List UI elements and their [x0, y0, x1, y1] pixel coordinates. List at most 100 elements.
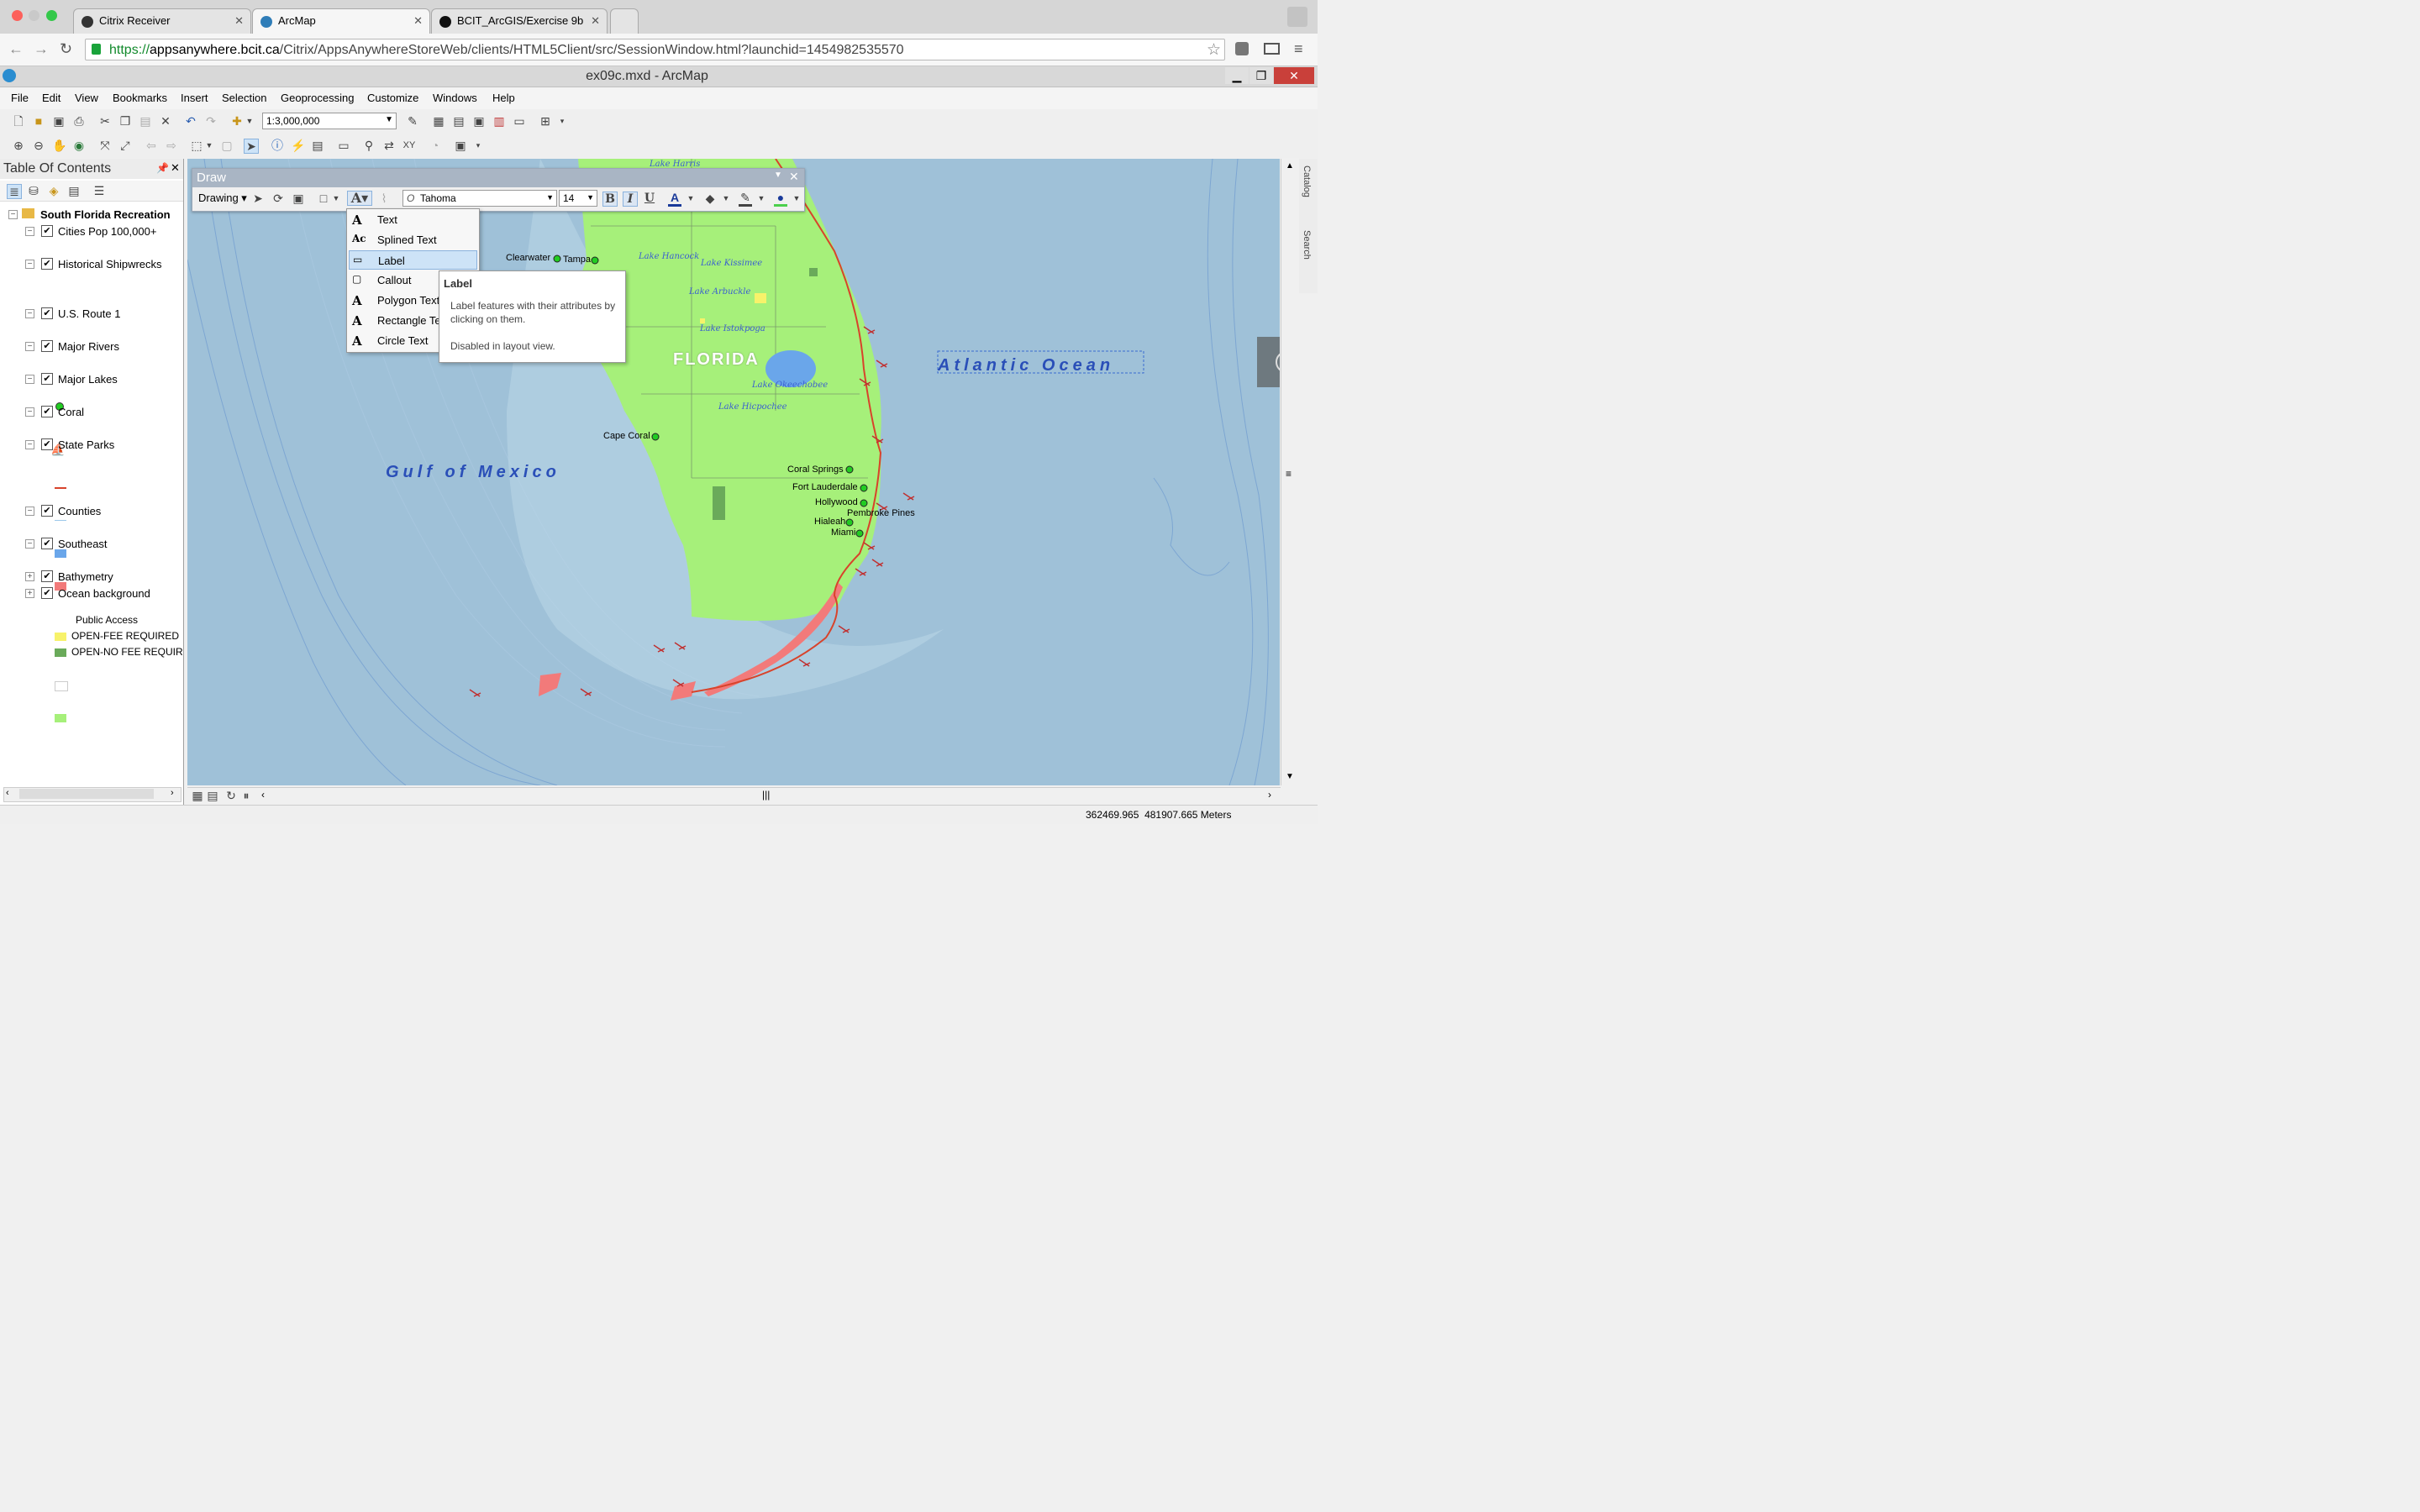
chevron-down-icon[interactable]: ▼: [332, 192, 340, 205]
menu-item-splined-text[interactable]: Ac Splined Text: [349, 230, 477, 249]
extension-icon[interactable]: [1235, 42, 1249, 55]
toc-horizontal-scrollbar[interactable]: ‹ ›: [3, 787, 182, 802]
list-by-source-icon[interactable]: ⛁: [27, 184, 40, 197]
clear-selection-icon[interactable]: ▢: [220, 139, 234, 152]
close-icon[interactable]: ✕: [171, 161, 180, 175]
visibility-checkbox[interactable]: ✔: [41, 340, 53, 352]
pause-drawing-icon[interactable]: ⏸: [239, 789, 253, 802]
options-icon[interactable]: ☰: [92, 184, 106, 197]
menu-customize[interactable]: Customize: [367, 92, 418, 104]
data-view-icon[interactable]: ▦: [191, 789, 204, 802]
close-icon[interactable]: ✕: [789, 170, 799, 184]
citrix-toolbar-handle[interactable]: [1257, 337, 1280, 387]
fixed-zoom-out-icon[interactable]: ⤢: [118, 139, 132, 152]
menu-file[interactable]: File: [11, 92, 29, 104]
marker-color-icon[interactable]: ●: [774, 191, 787, 207]
editor-toolbar-icon[interactable]: ✎: [406, 114, 419, 128]
collapse-icon[interactable]: −: [25, 539, 34, 549]
toolbar-options-icon[interactable]: ▾: [558, 114, 566, 128]
back-icon[interactable]: ←: [8, 40, 24, 58]
list-by-visibility-icon[interactable]: ◈: [47, 184, 60, 197]
visibility-checkbox[interactable]: ✔: [41, 307, 53, 319]
toc-layer-bathymetry[interactable]: + ✔ Bathymetry: [0, 568, 183, 585]
menu-selection[interactable]: Selection: [222, 92, 266, 104]
pin-icon[interactable]: 📌: [156, 162, 169, 174]
tab-citrix-receiver[interactable]: Citrix Receiver ✕: [73, 8, 251, 34]
rectangle-icon[interactable]: □: [317, 192, 330, 205]
time-slider-icon[interactable]: ◔: [429, 139, 442, 152]
arctoolbox-icon[interactable]: ▥: [492, 114, 506, 128]
underline-button[interactable]: U: [643, 192, 656, 205]
visibility-checkbox[interactable]: ✔: [41, 373, 53, 385]
collapse-icon[interactable]: −: [25, 342, 34, 351]
find-route-icon[interactable]: ⇄: [382, 139, 396, 152]
italic-button[interactable]: I: [623, 192, 638, 207]
menu-insert[interactable]: Insert: [181, 92, 208, 104]
chevron-down-icon[interactable]: ▼: [757, 192, 765, 205]
print-icon[interactable]: ⎙: [72, 114, 86, 128]
measure-icon[interactable]: ▭: [337, 139, 350, 152]
map-horizontal-scrollbar[interactable]: ‹ ||| ›: [258, 787, 1281, 803]
select-features-icon[interactable]: ⬚: [190, 139, 203, 152]
back-extent-icon[interactable]: ⇦: [145, 139, 158, 152]
visibility-checkbox[interactable]: ✔: [41, 406, 53, 417]
list-by-selection-icon[interactable]: ▤: [67, 184, 81, 197]
find-icon[interactable]: ⚲: [362, 139, 376, 152]
copy-icon[interactable]: ❐: [118, 114, 132, 128]
cut-icon[interactable]: ✂: [98, 114, 112, 128]
collapse-icon[interactable]: −: [25, 227, 34, 236]
menu-help[interactable]: Help: [492, 92, 515, 104]
tab-arcmap[interactable]: ArcMap ✕: [252, 8, 430, 34]
zoom-in-icon[interactable]: ⊕: [12, 139, 25, 152]
scroll-down-icon[interactable]: ▼: [1286, 772, 1294, 781]
profile-icon[interactable]: [1287, 7, 1307, 27]
toc-layer-route1[interactable]: − ✔ U.S. Route 1: [0, 305, 183, 322]
toc-window-icon[interactable]: ▦: [432, 114, 445, 128]
visibility-checkbox[interactable]: ✔: [41, 505, 53, 517]
visibility-checkbox[interactable]: ✔: [41, 570, 53, 582]
refresh-icon[interactable]: ↻: [224, 789, 238, 802]
zoom-to-elements-icon[interactable]: ▣: [292, 192, 305, 205]
font-color-icon[interactable]: A: [668, 191, 681, 207]
fixed-zoom-in-icon[interactable]: ⤧: [98, 139, 112, 152]
scroll-thumb[interactable]: [19, 789, 154, 799]
model-builder-icon[interactable]: ⊞: [539, 114, 552, 128]
collapse-icon[interactable]: −: [25, 375, 34, 384]
menu-geoprocessing[interactable]: Geoprocessing: [281, 92, 354, 104]
map-scale-select[interactable]: 1:3,000,000 ▼: [262, 113, 397, 129]
chevron-down-icon[interactable]: ▼: [687, 192, 695, 205]
scroll-right-icon[interactable]: ›: [171, 788, 174, 798]
scroll-up-icon[interactable]: ▲: [1286, 161, 1294, 171]
menu-item-text[interactable]: A Text: [349, 210, 477, 229]
close-tab-icon[interactable]: ✕: [591, 14, 600, 28]
undo-icon[interactable]: ↶: [184, 114, 197, 128]
chevron-down-icon[interactable]: ▼: [722, 192, 730, 205]
font-select[interactable]: O Tahoma ▼: [402, 190, 557, 207]
toc-layer-southeast[interactable]: − ✔ Southeast: [0, 535, 183, 552]
catalog-window-icon[interactable]: ▤: [452, 114, 466, 128]
toc-layer-ocean-background[interactable]: + ✔ Ocean background: [0, 585, 183, 601]
visibility-checkbox[interactable]: ✔: [41, 258, 53, 270]
map-vertical-scrollbar[interactable]: ▲ ≡ ▼: [1281, 159, 1298, 785]
fill-color-icon[interactable]: ◆: [703, 192, 717, 205]
pan-icon[interactable]: ✋: [52, 139, 66, 152]
cast-icon[interactable]: [1264, 43, 1280, 55]
visibility-checkbox[interactable]: ✔: [41, 438, 53, 450]
collapse-icon[interactable]: −: [25, 440, 34, 449]
expand-icon[interactable]: +: [25, 589, 34, 598]
toolbar-options-icon[interactable]: ▾: [474, 139, 482, 152]
draw-toolbar-title-bar[interactable]: Draw ▼ ✕: [192, 169, 804, 187]
list-by-drawing-order-icon[interactable]: ≣: [7, 184, 22, 199]
scroll-grip-icon[interactable]: ≡: [1286, 468, 1292, 480]
toc-layer-counties[interactable]: − ✔ Counties: [0, 502, 183, 519]
drawing-menu[interactable]: Drawing ▾: [198, 192, 247, 205]
rotate-icon[interactable]: ⟳: [271, 192, 285, 205]
close-window-button[interactable]: [12, 10, 23, 21]
open-icon[interactable]: ■: [32, 114, 45, 128]
go-to-xy-icon[interactable]: XY: [402, 139, 416, 152]
catalog-tab[interactable]: Catalog: [1302, 165, 1312, 197]
ocean-label[interactable]: Atlantic Ocean: [938, 356, 1114, 375]
python-window-icon[interactable]: ▭: [513, 114, 526, 128]
toc-layer-shipwrecks[interactable]: − ✔ Historical Shipwrecks: [0, 255, 183, 272]
viewer-window-icon[interactable]: ▣: [454, 139, 467, 152]
